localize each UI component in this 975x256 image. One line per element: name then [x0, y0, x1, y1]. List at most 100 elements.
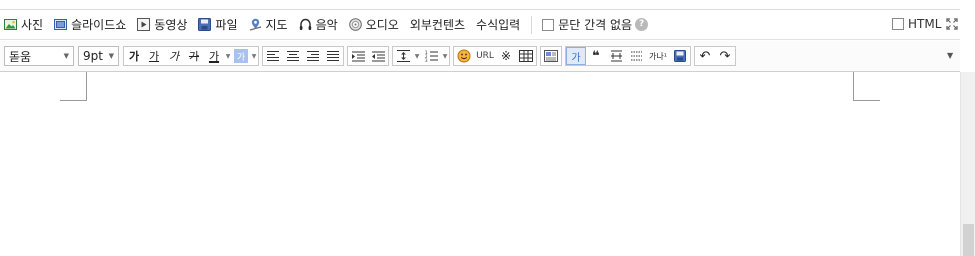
scrollbar-thumb[interactable]	[963, 224, 974, 256]
no-paragraph-spacing-checkbox[interactable]	[542, 18, 555, 31]
redo-button[interactable]: ↷	[715, 47, 735, 65]
divider-line-button[interactable]	[626, 47, 646, 65]
photo-icon	[4, 18, 17, 31]
bold-button[interactable]: 가	[124, 47, 144, 65]
video-icon	[137, 18, 151, 31]
attach-external-content-label: 외부컨텐츠	[409, 18, 466, 32]
chevron-down-icon: ▼	[63, 52, 69, 60]
indent-group	[347, 46, 389, 66]
block-style-group: 가 ❝ 가나¹	[565, 46, 691, 66]
vertical-scrollbar[interactable]	[960, 72, 975, 256]
attach-toolbar: 사진 슬라이드쇼 동영상 파일 지도 음악 오디오 외부컨텐츠 수식입력 문단 …	[0, 9, 960, 40]
font-family-value: 돋움	[9, 49, 32, 64]
strikethrough-button[interactable]: 가	[184, 47, 204, 65]
slideshow-icon	[54, 18, 68, 31]
line-height-dropdown[interactable]: ▼	[413, 47, 421, 65]
insert-group: URL ※	[453, 46, 537, 66]
align-right-button[interactable]	[303, 47, 323, 65]
font-size-value: 9pt	[83, 49, 103, 63]
template-icon	[544, 50, 558, 62]
table-icon	[519, 50, 533, 62]
align-justify-icon	[327, 51, 339, 61]
line-height-button[interactable]	[393, 47, 413, 65]
list-dropdown[interactable]: ▼	[441, 47, 449, 65]
map-icon	[249, 18, 262, 31]
attach-formula-label: 수식입력	[476, 18, 521, 32]
text-color-button[interactable]: 가	[204, 47, 224, 65]
text-color-dropdown[interactable]: ▼	[224, 47, 232, 65]
line-height-icon	[396, 50, 410, 62]
fullscreen-expand-icon[interactable]	[946, 18, 958, 30]
divider-icon	[630, 51, 642, 61]
attach-photo-label: 사진	[21, 18, 44, 32]
background-color-dropdown[interactable]: ▼	[250, 47, 258, 65]
attach-music-button[interactable]: 음악	[299, 15, 338, 35]
list-button[interactable]: 123	[421, 47, 441, 65]
align-center-button[interactable]	[283, 47, 303, 65]
horizontal-rule-icon	[610, 50, 622, 62]
attach-music-label: 음악	[315, 18, 338, 32]
layout-group	[540, 46, 562, 66]
attach-photo-button[interactable]: 사진	[4, 15, 43, 35]
align-center-icon	[287, 51, 299, 61]
format-toolbar: 돋움 ▼ 9pt ▼ 가 가 가 가 가 ▼ 가 ▼ ▼ 1 2 3 ▼ URL…	[0, 41, 960, 72]
italic-button[interactable]: 가	[164, 47, 184, 65]
attach-slideshow-button[interactable]: 슬라이드쇼	[54, 15, 126, 35]
undo-button[interactable]: ↶	[695, 47, 715, 65]
no-paragraph-spacing-option[interactable]: 문단 간격 없음 ?	[542, 15, 649, 35]
text-box-button[interactable]: 가	[566, 47, 586, 65]
numbered-list-icon: 123	[425, 50, 438, 62]
rich-text-editor: 사진 슬라이드쇼 동영상 파일 지도 음악 오디오 외부컨텐츠 수식입력 문단 …	[0, 0, 975, 256]
attach-audio-button[interactable]: 오디오	[348, 15, 399, 35]
toolbar-more-chevron-icon[interactable]: ▼	[947, 51, 953, 60]
headphones-icon	[299, 18, 312, 31]
history-group: ↶ ↷	[694, 46, 736, 66]
page-margin-corner-left	[60, 72, 87, 101]
underline-button[interactable]: 가	[144, 47, 164, 65]
table-button[interactable]	[516, 47, 536, 65]
horizontal-line-button[interactable]	[606, 47, 626, 65]
quote-button[interactable]: ❝	[586, 47, 606, 65]
font-size-select[interactable]: 9pt ▼	[78, 46, 119, 66]
chevron-down-icon: ▼	[108, 52, 114, 60]
align-left-button[interactable]	[263, 47, 283, 65]
align-justify-button[interactable]	[323, 47, 343, 65]
attach-map-button[interactable]: 지도	[249, 15, 288, 35]
audio-disc-icon	[348, 18, 362, 31]
html-mode-toggle[interactable]: HTML	[892, 17, 941, 31]
outdent-icon	[371, 51, 385, 61]
save-icon	[674, 50, 686, 62]
help-icon[interactable]: ?	[635, 18, 649, 31]
align-left-icon	[267, 51, 279, 61]
superscript-button[interactable]: 가나¹	[646, 47, 670, 65]
attach-video-button[interactable]: 동영상	[137, 15, 187, 35]
html-mode-checkbox[interactable]	[892, 18, 904, 30]
url-link-button[interactable]: URL	[474, 47, 496, 65]
font-family-select[interactable]: 돋움 ▼	[4, 46, 74, 66]
attach-file-label: 파일	[215, 18, 238, 32]
toolbar-divider	[531, 15, 533, 34]
attach-formula-button[interactable]: 수식입력	[476, 15, 520, 35]
outdent-button[interactable]	[368, 47, 388, 65]
text-style-group: 가 가 가 가 가 ▼ 가 ▼	[123, 46, 259, 66]
indent-button[interactable]	[348, 47, 368, 65]
save-draft-button[interactable]	[670, 47, 690, 65]
no-paragraph-spacing-label: 문단 간격 없음	[558, 18, 633, 32]
indent-icon	[351, 51, 365, 61]
smiley-icon	[457, 49, 471, 63]
file-icon	[198, 18, 212, 31]
attach-external-content-button[interactable]: 외부컨텐츠	[410, 15, 465, 35]
attach-map-label: 지도	[265, 18, 288, 32]
attach-audio-label: 오디오	[365, 18, 399, 32]
editor-content-area[interactable]	[0, 72, 960, 256]
page-margin-corner-right	[853, 72, 880, 101]
attach-file-button[interactable]: 파일	[198, 15, 238, 35]
template-button[interactable]	[541, 47, 561, 65]
svg-text:3: 3	[425, 58, 428, 62]
special-character-button[interactable]: ※	[496, 47, 516, 65]
align-right-icon	[307, 51, 319, 61]
emoticon-button[interactable]	[454, 47, 474, 65]
attach-slideshow-label: 슬라이드쇼	[71, 18, 127, 32]
alignment-group	[262, 46, 344, 66]
background-color-button[interactable]: 가	[234, 49, 248, 63]
